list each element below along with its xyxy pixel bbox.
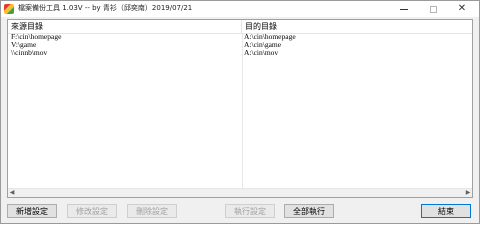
source-dir-cell: \\cinnb\mov <box>11 48 48 57</box>
title-bar[interactable]: 檔案備份工具 1.03V -- by 青衫（邱奕南）2019/07/21 ✕ <box>1 1 479 17</box>
close-icon: ✕ <box>457 3 467 14</box>
edit-setting-button: 修改設定 <box>67 204 117 218</box>
run-all-button[interactable]: 全部執行 <box>284 204 334 218</box>
backup-settings-list[interactable]: 來源目錄 目的目錄 F:\cin\homepage A:\cin\homepag… <box>7 19 473 198</box>
maximize-icon <box>429 5 437 13</box>
table-row[interactable]: F:\cin\homepage A:\cin\homepage <box>8 33 472 41</box>
scroll-left-icon[interactable]: ◀ <box>8 189 16 197</box>
app-icon[interactable] <box>4 4 14 14</box>
exit-button[interactable]: 結束 <box>421 204 471 218</box>
delete-setting-button: 刪除設定 <box>127 204 177 218</box>
list-rows: F:\cin\homepage A:\cin\homepage V:\game … <box>8 33 472 57</box>
table-row[interactable]: V:\game A:\cin\game <box>8 41 472 49</box>
close-window-button[interactable]: ✕ <box>449 1 475 17</box>
maximize-button <box>420 1 446 17</box>
table-row[interactable]: \\cinnb\mov A:\cin\mov <box>8 49 472 57</box>
destination-dir-cell: A:\cin\mov <box>244 48 279 57</box>
add-setting-button[interactable]: 新增設定 <box>7 204 57 218</box>
app-window: 檔案備份工具 1.03V -- by 青衫（邱奕南）2019/07/21 ✕ 來… <box>0 0 480 224</box>
run-setting-button: 執行設定 <box>225 204 275 218</box>
scroll-right-icon[interactable]: ▶ <box>464 189 472 197</box>
window-title: 檔案備份工具 1.03V -- by 青衫（邱奕南）2019/07/21 <box>18 4 193 12</box>
minimize-button[interactable] <box>391 1 417 17</box>
list-header: 來源目錄 目的目錄 <box>8 20 472 34</box>
minimize-icon <box>400 8 408 10</box>
column-divider <box>242 33 243 193</box>
horizontal-scrollbar[interactable]: ◀ ▶ <box>8 188 472 197</box>
